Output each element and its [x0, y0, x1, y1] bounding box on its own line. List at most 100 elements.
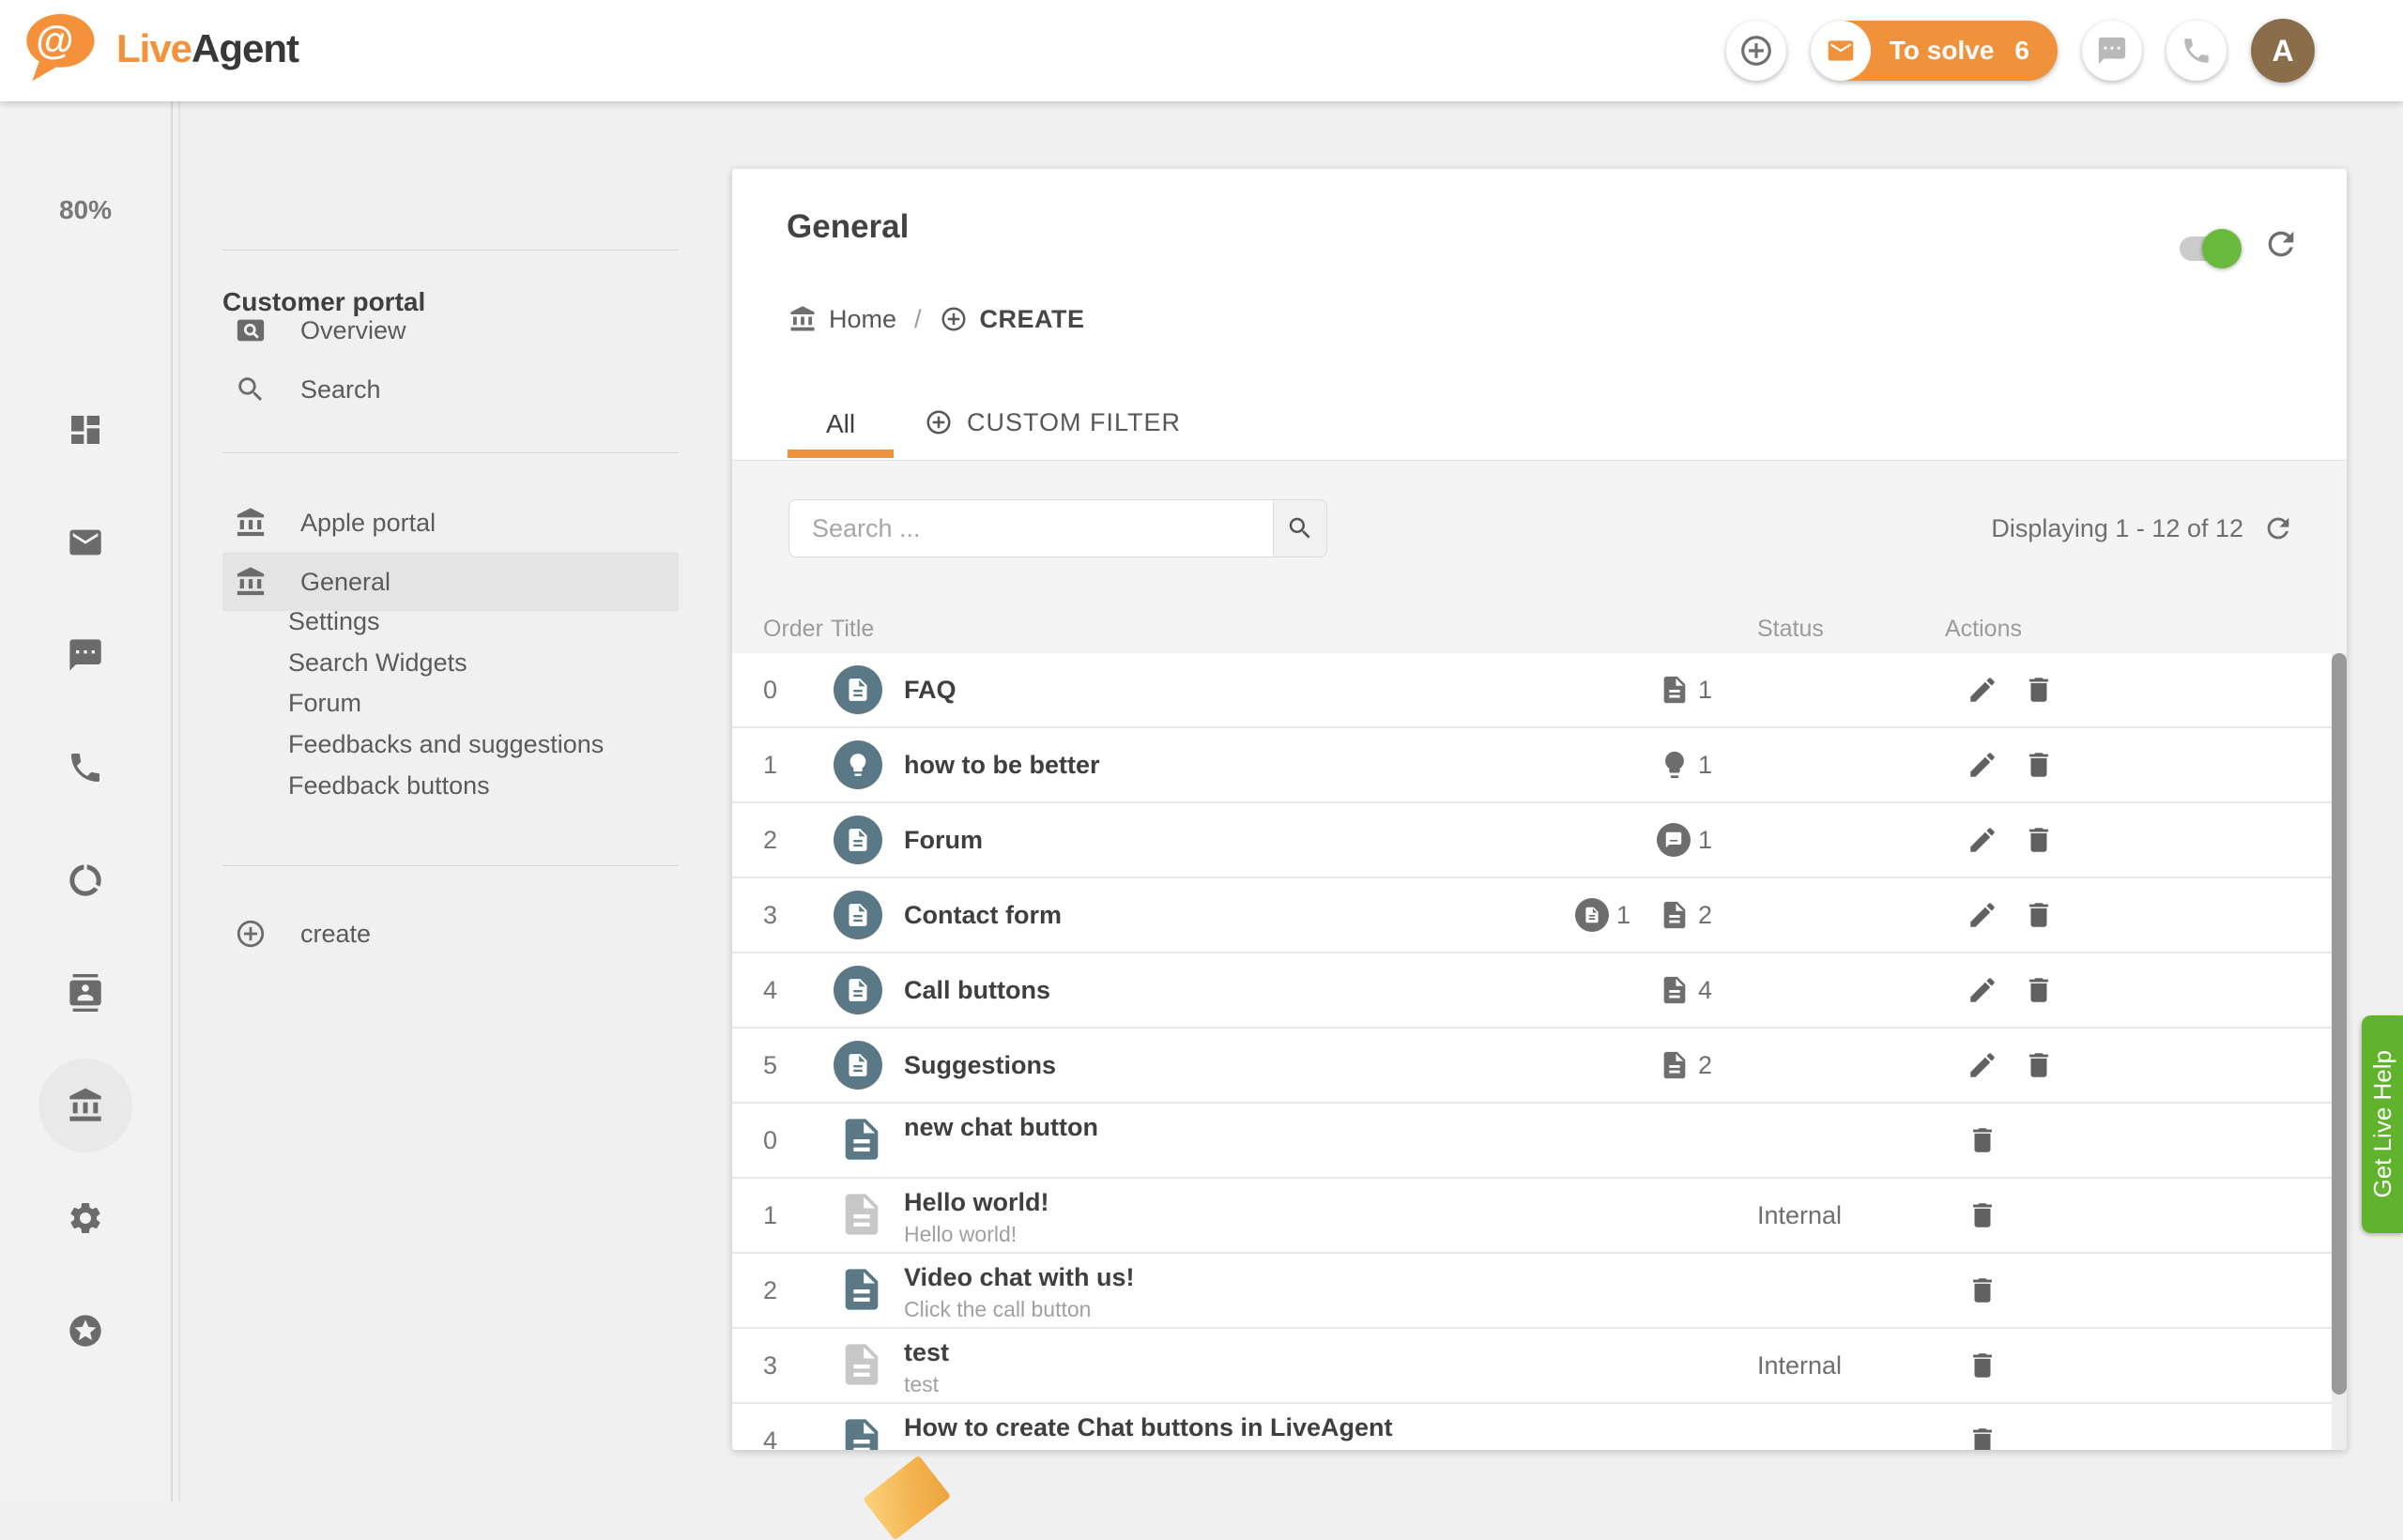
edit-button[interactable] [1954, 1029, 2011, 1102]
tab-all[interactable]: All [788, 409, 894, 439]
add-new-button[interactable] [1726, 21, 1786, 81]
table-scrollbar[interactable] [2332, 653, 2347, 1450]
table-row[interactable]: 1how to be better1 [732, 728, 2332, 803]
search-submit-button[interactable] [1273, 499, 1327, 557]
sidebar-subitem-settings[interactable]: Settings [288, 607, 380, 636]
email-icon [1826, 36, 1856, 66]
delete-button[interactable] [2011, 1029, 2067, 1102]
sidebar-subitem-forum[interactable]: Forum [288, 689, 361, 718]
bank-icon [235, 566, 267, 598]
breadcrumb-home[interactable]: Home [829, 305, 896, 334]
sidebar-subitem-search-widgets[interactable]: Search Widgets [288, 648, 467, 678]
chats-button[interactable] [2082, 21, 2142, 81]
get-live-help-label: Get Live Help [2368, 1050, 2397, 1198]
table-row[interactable]: 5Suggestions2 [732, 1029, 2332, 1104]
delete-button[interactable] [2011, 953, 2067, 1027]
doc-circle-icon [834, 665, 882, 714]
edit-button[interactable] [1954, 953, 2011, 1027]
row-order: 0 [763, 1104, 777, 1177]
delete-button[interactable] [2011, 728, 2067, 801]
rail-item-phone[interactable] [67, 749, 104, 786]
delete-button[interactable] [1954, 1329, 2011, 1402]
table-row[interactable]: 0 new chat button [732, 1104, 2332, 1179]
delete-button[interactable] [2011, 653, 2067, 726]
rail-item-email[interactable] [67, 524, 104, 561]
row-title[interactable]: Forum [904, 803, 983, 877]
get-live-help-tab[interactable]: Get Live Help [2362, 1015, 2403, 1233]
rail-item-contacts[interactable] [67, 974, 104, 1012]
table-row[interactable]: 2Forum1 [732, 803, 2332, 878]
custom-filter-plus-icon [925, 408, 953, 436]
displaying-count: Displaying 1 - 12 of 12 [1991, 514, 2243, 543]
refresh-button[interactable] [2262, 225, 2300, 263]
bank-icon [788, 305, 817, 333]
edit-icon [1967, 824, 1998, 856]
sidebar-subitem-feedbacks-and-suggestions[interactable]: Feedbacks and suggestions [288, 730, 604, 759]
customer-portal-sidebar: Customer portal OverviewSearchApple port… [188, 101, 695, 1502]
delete-button[interactable] [2011, 803, 2067, 877]
sidebar-subitem-feedback-buttons[interactable]: Feedback buttons [288, 771, 490, 800]
plus-circle-icon [1738, 33, 1774, 69]
table-row[interactable]: 3testtestInternal [732, 1329, 2332, 1404]
edit-button[interactable] [1954, 653, 2011, 726]
row-title[interactable]: FAQ [904, 653, 957, 726]
calls-button[interactable] [2166, 21, 2227, 81]
row-subtitle: Hello world! [904, 1222, 1017, 1247]
liveagent-logo[interactable]: @ LiveAgent [23, 11, 298, 86]
search-input[interactable] [788, 499, 1273, 557]
table-row[interactable]: 1Hello world!Hello world!Internal [732, 1179, 2332, 1254]
row-order: 4 [763, 953, 777, 1027]
sidebar-item-overview[interactable]: Overview [222, 310, 679, 351]
to-solve-button[interactable]: To solve 6 [1811, 21, 2058, 81]
sidebar-item-search[interactable]: Search [222, 369, 679, 410]
row-title[interactable]: Video chat with us! [904, 1263, 1135, 1292]
article-type-icon [837, 1339, 886, 1388]
bulb-icon [1659, 749, 1691, 781]
rail-item-stars[interactable] [67, 1312, 104, 1349]
breadcrumb-create[interactable]: CREATE [980, 305, 1085, 334]
rail-item-settings[interactable] [67, 1199, 104, 1237]
table-row[interactable]: 4How to create Chat buttons in LiveAgent… [732, 1404, 2332, 1450]
edit-button[interactable] [1954, 803, 2011, 877]
tab-custom-filter[interactable]: CUSTOM FILTER [925, 404, 1181, 441]
refresh-list-button[interactable] [2262, 512, 2294, 544]
delete-button[interactable] [1954, 1179, 2011, 1252]
row-title[interactable]: new chat button [904, 1113, 1098, 1142]
app-header: @ LiveAgent To solve 6 A [0, 0, 2403, 101]
sidebar-item-general[interactable]: General [222, 553, 679, 611]
column-header-status: Status [1757, 605, 1824, 652]
row-title[interactable]: How to create Chat buttons in LiveAgent [904, 1413, 1393, 1442]
row-order: 5 [763, 1029, 777, 1102]
sidebar-item-create[interactable]: create [222, 913, 679, 954]
table-row[interactable]: 0FAQ1 [732, 653, 2332, 728]
table-row[interactable]: 3Contact form12 [732, 878, 2332, 953]
edit-button[interactable] [1954, 728, 2011, 801]
contacts-icon [67, 974, 104, 1012]
doc-circle-icon [834, 891, 882, 939]
edit-button[interactable] [1954, 878, 2011, 952]
delete-button[interactable] [1954, 1104, 2011, 1177]
scrollbar-thumb[interactable] [2332, 653, 2347, 1395]
portal-active-toggle[interactable] [2180, 236, 2236, 261]
avatar[interactable]: A [2251, 19, 2315, 83]
rail-item-data-usage[interactable] [67, 861, 104, 899]
row-order: 2 [763, 1254, 777, 1327]
rail-item-bank[interactable] [67, 1087, 104, 1124]
row-title[interactable]: Contact form [904, 878, 1062, 952]
sidebar-item-apple-portal[interactable]: Apple portal [222, 502, 679, 543]
row-title[interactable]: Call buttons [904, 953, 1050, 1027]
row-order: 0 [763, 653, 777, 726]
rail-item-chat[interactable] [67, 636, 104, 674]
delete-button[interactable] [1954, 1254, 2011, 1327]
row-title[interactable]: how to be better [904, 728, 1100, 801]
table-row[interactable]: 4Call buttons4 [732, 953, 2332, 1029]
row-title[interactable]: Suggestions [904, 1029, 1056, 1102]
delete-button[interactable] [1954, 1404, 2011, 1450]
delete-icon [2023, 899, 2055, 931]
delete-button[interactable] [2011, 878, 2067, 952]
row-title[interactable]: Hello world! [904, 1188, 1049, 1217]
rail-item-dashboard[interactable] [67, 411, 104, 449]
row-title[interactable]: test [904, 1338, 949, 1367]
table-row[interactable]: 2Video chat with us!Click the call butto… [732, 1254, 2332, 1329]
chat-icon [2096, 35, 2128, 67]
